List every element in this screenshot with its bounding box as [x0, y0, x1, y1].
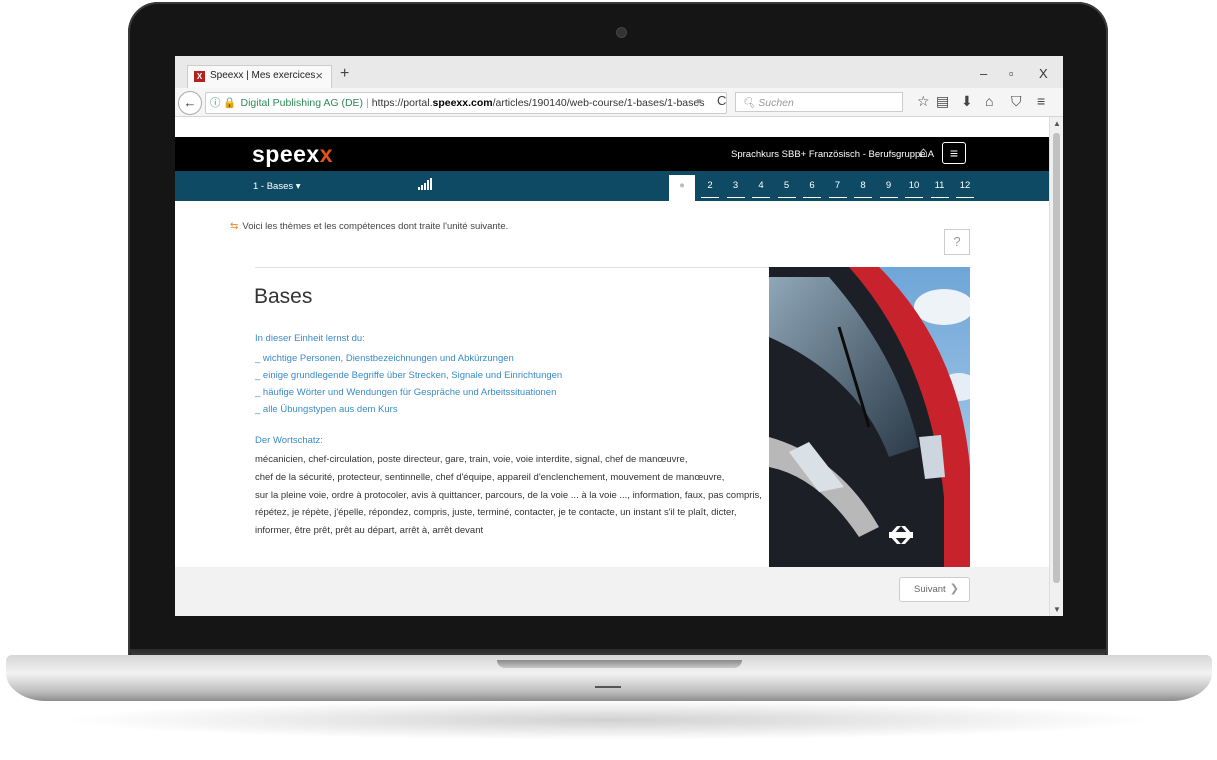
page-tab-2[interactable]: 2	[701, 175, 719, 198]
info-icon: ●	[679, 180, 685, 191]
scroll-up-icon[interactable]: ▲	[1053, 119, 1061, 128]
laptop-base-line	[595, 686, 621, 688]
search-placeholder: Suchen	[758, 97, 794, 109]
url-prefix: https://portal.	[371, 97, 433, 109]
unit-selector[interactable]: 1 - Bases ▾	[253, 181, 301, 192]
page-tab-11[interactable]: 11	[930, 175, 949, 198]
tab-close-icon[interactable]: ×	[315, 68, 323, 83]
hamburger-menu-button[interactable]: ≡	[942, 142, 966, 164]
home-icon[interactable]: ⌂	[985, 93, 993, 109]
scroll-down-icon[interactable]: ▼	[1053, 605, 1061, 614]
learn-item: _ häufige Wörter und Wendungen für Gespr…	[255, 387, 557, 398]
learn-item: _ einige grundlegende Begriffe über Stre…	[255, 370, 563, 381]
chevron-right-icon: ❯	[949, 583, 959, 595]
next-button[interactable]: Suivant ❯	[899, 577, 970, 602]
webcam	[616, 27, 627, 38]
lock-icon: ⓘ 🔒	[210, 97, 237, 109]
browser-tab-bar: X Speexx | Mes exercices × + – ▫ X	[175, 56, 1063, 88]
logo-accent: x	[319, 141, 334, 167]
menu-icon[interactable]: ≡	[1037, 93, 1045, 109]
page-tab-8[interactable]: 8	[854, 175, 872, 198]
page-tab-6[interactable]: 6	[803, 175, 821, 198]
page-scrollbar[interactable]: ▲ ▼	[1049, 117, 1063, 616]
page-title: Bases	[254, 285, 313, 308]
intro-label: Voici les thèmes et les compétences dont…	[242, 221, 509, 232]
close-window-button[interactable]: X	[1039, 66, 1048, 81]
url-path: /articles/190140/web-course/1-bases/1-ba…	[492, 97, 705, 109]
unit-nav-bar: 1 - Bases ▾ ● 2 3 4 5 6 7 8 9 10 11 12	[175, 171, 1049, 201]
divider	[255, 267, 770, 268]
home-icon[interactable]: ⌂	[919, 144, 928, 161]
learn-item: _ alle Übungstypen aus dem Kurs	[255, 404, 398, 415]
laptop-screen: X Speexx | Mes exercices × + – ▫ X ← ⓘ 🔒…	[175, 56, 1063, 616]
page-tab-9[interactable]: 9	[879, 175, 898, 198]
pocket-icon[interactable]: ⛉	[1011, 93, 1022, 110]
laptop-notch	[497, 660, 742, 668]
url-dropdown-icon[interactable]: ▼	[695, 97, 703, 106]
page-tab-10[interactable]: 10	[905, 175, 923, 198]
minimize-button[interactable]: –	[980, 66, 987, 81]
site-header: speexx Sprachkurs SBB+ Französisch - Ber…	[175, 137, 1049, 171]
tab-title: Speexx | Mes exercices	[210, 70, 316, 81]
next-label: Suivant	[914, 584, 946, 595]
vocab-line: informer, être prêt, prêt au départ, arr…	[255, 525, 484, 537]
page-tab-12[interactable]: 12	[956, 175, 974, 198]
vocab-line: sur la pleine voie, ordre à protocoler, …	[255, 489, 762, 501]
level-signal-icon	[418, 177, 432, 193]
speexx-logo[interactable]: speexx	[252, 141, 333, 168]
vocab-list: mécanicien, chef-circulation, poste dire…	[255, 451, 775, 540]
site-identity: Digital Publishing AG (DE)	[240, 97, 364, 109]
vocab-line: mécanicien, chef-circulation, poste dire…	[255, 454, 688, 465]
page-tab-current[interactable]: ●	[669, 175, 695, 201]
page-tab-7[interactable]: 7	[828, 175, 847, 198]
browser-tab[interactable]: X Speexx | Mes exercices ×	[187, 65, 332, 88]
url-separator: |	[366, 97, 369, 109]
logo-main: speex	[252, 141, 320, 167]
page-tab-3[interactable]: 3	[726, 175, 745, 198]
learn-item: _ wichtige Personen, Dienstbezeichnungen…	[255, 353, 514, 364]
restore-button[interactable]: ▫	[1009, 66, 1014, 81]
new-tab-button[interactable]: +	[340, 65, 349, 83]
back-button[interactable]: ←	[178, 91, 202, 115]
help-button[interactable]: ?	[944, 229, 970, 255]
page-footer: Suivant ❯	[175, 567, 1049, 616]
train-photo	[769, 267, 970, 567]
vocab-line: répétez, je répète, j'épelle, répondez, …	[255, 507, 737, 519]
web-page: speexx Sprachkurs SBB+ Französisch - Ber…	[175, 117, 1049, 616]
download-icon[interactable]: ⬇	[961, 93, 973, 110]
browser-toolbar: ← ⓘ 🔒 Digital Publishing AG (DE) | https://…	[175, 88, 1063, 117]
vocab-heading: Der Wortschatz:	[255, 435, 323, 446]
page-tab-5[interactable]: 5	[777, 175, 796, 198]
laptop-shadow	[60, 700, 1160, 740]
url-domain: speexx.com	[432, 97, 493, 109]
intro-text: ⇆ Voici les thèmes et les compétences don…	[230, 221, 508, 232]
search-input[interactable]: 🔍︎ Suchen	[735, 92, 903, 112]
course-name: Sprachkurs SBB+ Französisch - Berufsgrup…	[731, 149, 935, 160]
clipboard-icon[interactable]: ▤	[936, 93, 949, 110]
vocab-line: chef de la sécurité, protecteur, sentinn…	[255, 471, 725, 483]
address-bar[interactable]: ⓘ 🔒 Digital Publishing AG (DE) | https://po…	[205, 92, 727, 114]
topics-icon: ⇆	[230, 221, 239, 232]
page-tab-4[interactable]: 4	[752, 175, 770, 198]
speexx-favicon: X	[194, 71, 205, 82]
scrollbar-thumb[interactable]	[1053, 133, 1060, 583]
reload-button[interactable]: C	[717, 93, 726, 108]
learn-heading: In dieser Einheit lernst du:	[255, 333, 365, 344]
star-icon[interactable]: ☆	[917, 93, 930, 110]
